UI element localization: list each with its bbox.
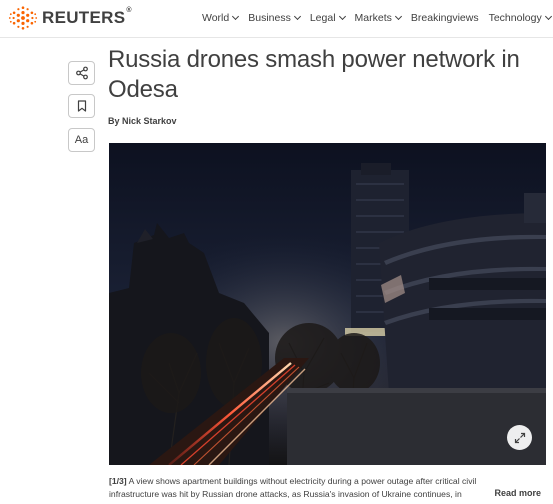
nav-item-label: Breakingviews bbox=[410, 12, 479, 24]
chevron-down-icon bbox=[544, 12, 552, 21]
brand-wordmark: REUTERS bbox=[42, 8, 126, 27]
photo-count: [1/3] bbox=[109, 476, 127, 486]
share-button[interactable] bbox=[68, 61, 95, 85]
article-photo[interactable] bbox=[109, 143, 546, 465]
nav-item-breakingviews[interactable]: Breakingviews bbox=[411, 12, 479, 24]
nav-item-label: Business bbox=[248, 12, 291, 24]
top-navigation-bar: REUTERS® World Business Legal Markets Br… bbox=[0, 0, 553, 38]
expand-icon bbox=[514, 432, 525, 443]
brand-name: REUTERS® bbox=[42, 7, 132, 28]
chevron-down-icon bbox=[394, 12, 402, 21]
chevron-down-icon bbox=[293, 12, 301, 21]
text-size-button[interactable]: Aa bbox=[68, 128, 95, 152]
byline-author[interactable]: By Nick Starkov bbox=[108, 116, 177, 126]
nav-item-label: Technology bbox=[488, 12, 542, 24]
reuters-logo-icon bbox=[8, 6, 38, 30]
chevron-down-icon bbox=[338, 12, 346, 21]
nav-item-business[interactable]: Business bbox=[248, 12, 301, 24]
share-icon bbox=[75, 66, 88, 80]
bookmark-icon bbox=[77, 100, 86, 112]
text-size-label: Aa bbox=[74, 134, 89, 146]
article-headline: Russia drones smash power network in Ode… bbox=[108, 46, 520, 103]
nav-item-label: World bbox=[202, 12, 230, 24]
nav-item-markets[interactable]: Markets bbox=[354, 12, 402, 24]
nav-item-technology[interactable]: Technology bbox=[488, 12, 552, 24]
bookmark-button[interactable] bbox=[68, 94, 95, 118]
reuters-logo[interactable]: REUTERS® bbox=[8, 6, 132, 30]
nav-item-world[interactable]: World bbox=[202, 12, 240, 24]
nav-item-label: Legal bbox=[309, 12, 336, 24]
caption-text-line1: A view shows apartment buildings without… bbox=[126, 476, 477, 486]
read-more-button[interactable]: Read more bbox=[478, 488, 541, 498]
nav-item-legal[interactable]: Legal bbox=[309, 12, 346, 24]
nav-item-label: Markets bbox=[354, 12, 392, 24]
expand-image-button[interactable] bbox=[507, 425, 532, 450]
byline: By Nick Starkov bbox=[108, 116, 177, 126]
chevron-down-icon bbox=[232, 12, 240, 21]
night-city-photo bbox=[109, 143, 546, 465]
main-nav: World Business Legal Markets Breakingvie… bbox=[202, 12, 553, 24]
trademark-symbol: ® bbox=[126, 7, 132, 14]
